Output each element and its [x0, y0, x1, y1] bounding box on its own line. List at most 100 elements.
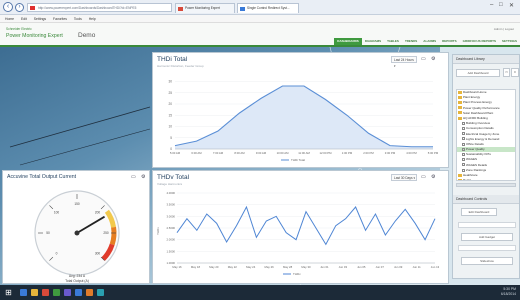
export-icon[interactable]: ▭ — [421, 56, 426, 62]
x-tick-label: 5:00 AM — [170, 151, 181, 155]
y-tick-label: 20 — [168, 102, 172, 106]
browser-menubar: Home Edit Settings Favorites Tools Help — [0, 15, 520, 23]
system-clock[interactable]: 5:30 PM 6/18/2014 — [501, 287, 516, 297]
tree-item-label: Lights Energy & Demand — [466, 136, 500, 141]
maximize-icon[interactable]: □ — [499, 2, 503, 8]
dashboard-tree: Dashboard Home Plant Energy Plant Process … — [456, 89, 516, 181]
gauge-hub — [74, 230, 80, 236]
x-tick-label: 12:00 PM — [320, 151, 333, 155]
x-tick-label: May 28 — [283, 265, 293, 269]
tab-label: Single Control Redirect Syst... — [247, 6, 290, 10]
menu-icon[interactable]: ≡ — [511, 68, 519, 77]
nav-tab-tables[interactable]: TABLES — [384, 38, 402, 45]
gauge-panel: Accuvine Total Output Current ▭ ⚙ 0 50 100… — [2, 170, 150, 284]
dashboard-icon — [462, 168, 465, 172]
dashboard-icon — [462, 158, 465, 162]
menu-tools[interactable]: Tools — [74, 17, 82, 21]
x-tick-label: Jun 07 — [376, 265, 385, 269]
forward-button[interactable]: › — [15, 3, 24, 12]
x-tick-label: 5:00 PM — [428, 151, 439, 155]
edit-dashboard-button[interactable]: Edit Dashboard — [461, 208, 497, 216]
nav-tab-reports[interactable]: REPORTS — [439, 38, 460, 45]
taskbar: ⊞ 5:30 PM 6/18/2014 — [0, 285, 520, 300]
thdi-panel: THDi Total Harmonic Distortion, Feeder G… — [152, 52, 449, 168]
minimize-icon[interactable]: – — [490, 2, 493, 8]
y-tick-label: 3.0000 — [166, 214, 175, 218]
y-tick-label: 4.0000 — [166, 191, 175, 195]
browser-tab-2[interactable]: Single Control Redirect Syst... — [237, 3, 299, 13]
folder-icon — [458, 173, 462, 177]
taskbar-app-icon[interactable] — [31, 289, 38, 296]
back-button[interactable]: ‹ — [3, 2, 13, 12]
taskbar-app-icon[interactable] — [20, 289, 27, 296]
user-links[interactable]: Admin | Logout — [494, 27, 514, 31]
folder-icon — [458, 90, 462, 94]
add-gadget-button[interactable]: Add Gadget — [461, 233, 513, 241]
clock-date: 6/18/2014 — [500, 292, 516, 296]
tab-icon — [178, 7, 183, 11]
gear-icon[interactable]: ⚙ — [141, 174, 145, 180]
section-title: Demo — [78, 32, 96, 39]
add-dashboard-button[interactable]: Add Dashboard — [456, 69, 500, 77]
menu-home[interactable]: Home — [5, 17, 14, 21]
tree-item-label: Plant Process Energy — [463, 100, 492, 105]
tree-item-label: Healthcare — [463, 173, 478, 177]
x-tick-label: 3:00 PM — [385, 151, 396, 155]
taskbar-app-icon[interactable] — [64, 289, 71, 296]
gear-icon[interactable]: ⚙ — [431, 56, 435, 62]
control-field[interactable] — [458, 222, 516, 228]
brand-company: Schneider Electric — [6, 27, 32, 31]
range-dropdown[interactable]: Last 30 Days ▾ — [391, 174, 417, 181]
tree-item-label: Plant Energy — [463, 95, 481, 100]
export-icon[interactable]: ▭ — [421, 174, 426, 180]
folder-icon — [458, 106, 462, 110]
tree-item-label: Office Details — [466, 141, 484, 146]
thdi-chart: 0510152025305:00 AM 6:00 AM 7:00 AM 8:00 AM… — [168, 80, 439, 163]
x-tick-label: 7:00 AM — [213, 151, 224, 155]
taskbar-app-icon[interactable] — [97, 289, 104, 296]
dashboard-library-panel: Dashboard Library Add Dashboard ▭ ≡ Dash… — [452, 54, 520, 279]
brand-product: Power Monitoring Expert — [6, 33, 63, 39]
menu-favorites[interactable]: Favorites — [53, 17, 67, 21]
slideshow-button[interactable]: Slideshow — [461, 257, 513, 265]
menu-help[interactable]: Help — [89, 17, 96, 21]
nav-tab-trends[interactable]: TRENDS — [402, 38, 420, 45]
nav-tab-settings[interactable]: SETTINGS — [499, 38, 520, 45]
x-tick-label: 1:00 PM — [342, 151, 353, 155]
taskbar-app-icon[interactable] — [75, 289, 82, 296]
taskbar-app-icon[interactable] — [42, 289, 49, 296]
browser-tab-1[interactable]: Power Monitoring Expert — [175, 3, 235, 13]
control-field[interactable] — [458, 245, 516, 251]
nav-tab-diagrams[interactable]: DIAGRAMS — [362, 38, 384, 45]
menu-edit[interactable]: Edit — [21, 17, 27, 21]
nav-tab-gridfocus-reports[interactable]: GRIDFOCUS REPORTS — [460, 38, 499, 45]
legend-label: THDi Total — [291, 158, 305, 162]
tree-item[interactable]: Retail — [457, 178, 515, 180]
gear-icon[interactable]: ⚙ — [431, 174, 435, 180]
dashboard-icon — [462, 142, 465, 146]
x-tick-label: May 16 — [172, 265, 182, 269]
taskbar-app-icon[interactable] — [53, 289, 60, 296]
x-tick-label: Jun 09 — [394, 265, 403, 269]
nav-tab-alarms[interactable]: ALARMS — [420, 38, 439, 45]
legend-label: THDv — [293, 272, 301, 276]
x-tick-label: 10:00 AM — [277, 151, 289, 155]
close-icon[interactable]: ✕ — [509, 2, 514, 9]
y-tick-label: 3.5000 — [166, 203, 175, 207]
site-icon — [30, 6, 35, 10]
panel-subtitle: Voltage Harmonics — [157, 182, 183, 186]
tree-scrollbar[interactable] — [456, 183, 516, 187]
x-tick-label: Jun 01 — [320, 265, 329, 269]
menu-settings[interactable]: Settings — [34, 17, 46, 21]
folder-icon[interactable]: ▭ — [503, 68, 510, 77]
address-bar[interactable]: http://www.powerexpert.com/Dashboards/Da… — [27, 3, 172, 12]
range-dropdown[interactable]: Last 24 Hours ▾ — [391, 56, 417, 68]
nav-tab-dashboards[interactable]: DASHBOARDS — [334, 38, 362, 45]
main-nav: DASHBOARDS DIAGRAMS TABLES TRENDS ALARMS REPO… — [334, 38, 520, 45]
windows-start-icon[interactable]: ⊞ — [4, 288, 13, 297]
taskbar-app-icon[interactable] — [86, 289, 93, 296]
y-tick-label: 1.5000 — [166, 249, 175, 253]
thdv-chart: 1.00001.50002.00002.50003.00003.50004.00… — [156, 191, 440, 276]
x-tick-label: 4:00 PM — [406, 151, 417, 155]
export-icon[interactable]: ▭ — [131, 174, 136, 180]
